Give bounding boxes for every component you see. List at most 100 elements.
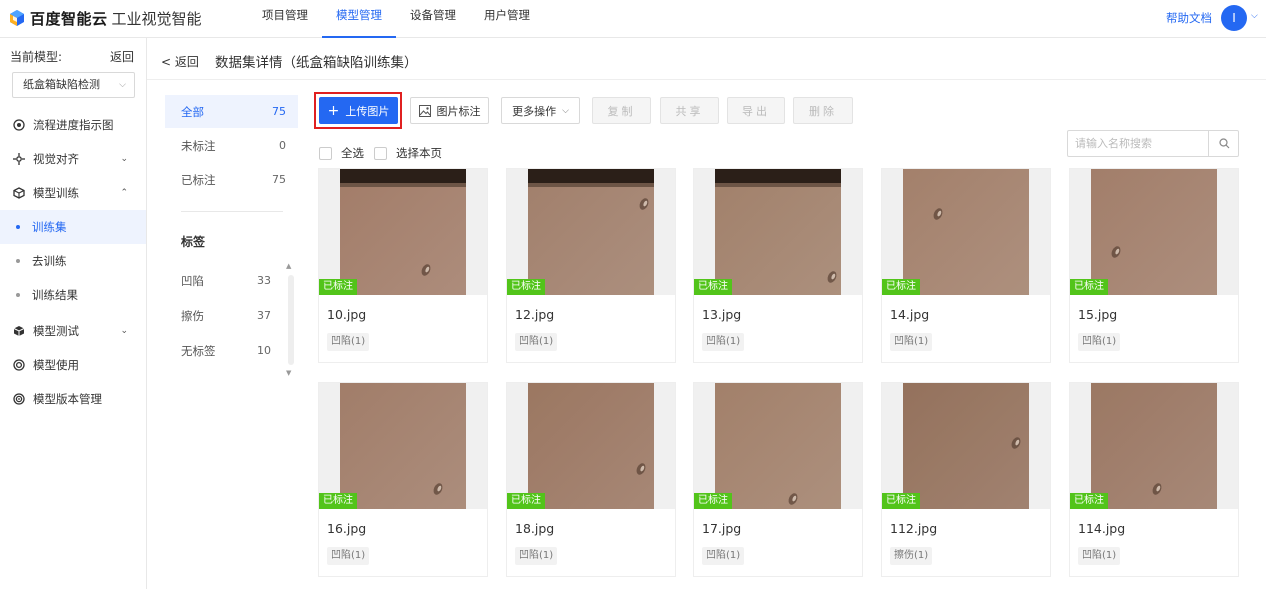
image-tag: 凹陷(1) xyxy=(702,333,745,351)
export-button[interactable]: 导出 xyxy=(727,97,785,124)
sidebar-back-link[interactable]: 返回 xyxy=(110,48,134,65)
checkbox-box[interactable] xyxy=(319,146,332,160)
sidebar-item-label: 视觉对齐 xyxy=(33,152,79,166)
annotated-badge: 已标注 xyxy=(319,279,357,295)
select-page-label: 选择本页 xyxy=(396,146,442,160)
brand-logo[interactable]: 百度智能云 工业视觉智能 xyxy=(8,6,202,30)
status-filter-2[interactable]: 已标注 75 xyxy=(165,163,298,196)
thumbnail-frame[interactable]: 已标注 xyxy=(319,169,487,295)
filter-panel: 标签 ▲ ▼ 全部 75 未标注 0 已标注 75 凹陷 33 擦伤 37 无标签 10 xyxy=(165,95,298,575)
thumbnail-frame[interactable]: 已标注 xyxy=(694,383,862,509)
select-page-checkbox[interactable]: 选择本页 xyxy=(374,145,442,161)
image-card[interactable]: 已标注 10.jpg 凹陷(1) xyxy=(318,168,488,363)
image-card[interactable]: 已标注 112.jpg 擦伤(1) xyxy=(881,382,1051,577)
image-tag: 凹陷(1) xyxy=(1078,547,1121,565)
chevron-down-icon[interactable]: ⌵ xyxy=(1251,11,1258,21)
sidebar-item-4[interactable]: 模型使用 xyxy=(0,348,146,382)
annotated-badge: 已标注 xyxy=(319,493,357,509)
thumbnail-image xyxy=(528,169,654,295)
user-avatar[interactable]: I xyxy=(1221,5,1247,31)
chevron-up-icon[interactable]: ⌃ xyxy=(120,188,128,198)
image-card[interactable]: 已标注 15.jpg 凹陷(1) xyxy=(1069,168,1239,363)
back-link[interactable]: < 返回 xyxy=(161,53,199,70)
sidebar-subitem-label: 去训练 xyxy=(32,254,67,268)
thumbnail-frame[interactable]: 已标注 xyxy=(1070,169,1238,295)
brand-name: 百度智能云 xyxy=(30,9,108,28)
tag-filter-2[interactable]: 无标签 10 xyxy=(165,334,283,367)
sidebar-item-2[interactable]: 模型训练 ⌃ xyxy=(0,176,146,210)
nav-item-2[interactable]: 设备管理 xyxy=(396,0,470,38)
chevron-down-icon: ⌵ xyxy=(119,80,126,90)
nav-item-0[interactable]: 项目管理 xyxy=(248,0,322,38)
help-docs-link[interactable]: 帮助文档 xyxy=(1166,10,1212,26)
checkbox-box[interactable] xyxy=(374,146,387,160)
sidebar-item-label: 模型训练 xyxy=(33,186,79,200)
chevron-down-icon[interactable]: ⌄ xyxy=(120,154,128,164)
image-filename: 17.jpg xyxy=(702,521,742,536)
image-card[interactable]: 已标注 17.jpg 凹陷(1) xyxy=(693,382,863,577)
sidebar-item-label: 模型测试 xyxy=(33,324,79,338)
image-card[interactable]: 已标注 18.jpg 凹陷(1) xyxy=(506,382,676,577)
thumbnail-frame[interactable]: 已标注 xyxy=(1070,383,1238,509)
gear-icon xyxy=(12,359,25,372)
thumbnail-image xyxy=(340,383,466,509)
filter-count: 0 xyxy=(279,139,286,152)
image-card[interactable]: 已标注 12.jpg 凹陷(1) xyxy=(506,168,676,363)
image-filename: 18.jpg xyxy=(515,521,555,536)
thumbnail-frame[interactable]: 已标注 xyxy=(507,169,675,295)
sidebar-item-5[interactable]: 模型版本管理 xyxy=(0,382,146,416)
model-select[interactable]: 纸盒箱缺陷检测 ⌵ xyxy=(12,72,135,98)
annotated-badge: 已标注 xyxy=(694,279,732,295)
scroll-up-icon[interactable]: ▲ xyxy=(286,262,291,270)
target-icon xyxy=(12,119,25,132)
thumbnail-image xyxy=(903,169,1029,295)
select-all-label: 全选 xyxy=(341,146,364,160)
status-filter-1[interactable]: 未标注 0 xyxy=(165,129,298,162)
scrollbar-track[interactable] xyxy=(288,275,294,365)
sidebar-item-label: 模型使用 xyxy=(33,358,79,372)
nav-item-1[interactable]: 模型管理 xyxy=(322,0,396,38)
tag-list-scrollbar[interactable]: ▲ ▼ xyxy=(286,262,296,379)
thumbnail-image xyxy=(715,169,841,295)
image-annotate-button[interactable]: 图片标注 xyxy=(410,97,489,124)
sidebar-item-0[interactable]: 流程进度指示图 xyxy=(0,108,146,142)
sidebar-item-label: 流程进度指示图 xyxy=(33,118,114,132)
sidebar-subitem-label: 训练结果 xyxy=(32,288,78,302)
delete-button[interactable]: 删除 xyxy=(793,97,853,124)
filter-count: 37 xyxy=(257,309,271,322)
search-button[interactable] xyxy=(1208,131,1239,156)
filter-count: 10 xyxy=(257,344,271,357)
image-filename: 12.jpg xyxy=(515,307,555,322)
current-model-label: 当前模型: xyxy=(10,50,63,64)
thumbnail-frame[interactable]: 已标注 xyxy=(694,169,862,295)
image-annotate-label: 图片标注 xyxy=(436,104,481,118)
chevron-down-icon[interactable]: ⌄ xyxy=(120,326,128,336)
more-actions-dropdown[interactable]: 更多操作 ⌵ xyxy=(501,97,580,124)
image-card[interactable]: 已标注 13.jpg 凹陷(1) xyxy=(693,168,863,363)
thumbnail-frame[interactable]: 已标注 xyxy=(319,383,487,509)
thumbnail-frame[interactable]: 已标注 xyxy=(507,383,675,509)
thumbnail-frame[interactable]: 已标注 xyxy=(882,169,1050,295)
copy-button[interactable]: 复制 xyxy=(592,97,651,124)
image-card[interactable]: 已标注 114.jpg 凹陷(1) xyxy=(1069,382,1239,577)
image-card[interactable]: 已标注 14.jpg 凹陷(1) xyxy=(881,168,1051,363)
status-filter-0[interactable]: 全部 75 xyxy=(165,95,298,128)
share-button[interactable]: 共享 xyxy=(660,97,719,124)
search-input[interactable] xyxy=(1068,131,1208,156)
sidebar-subitem-1[interactable]: 去训练 xyxy=(0,244,146,278)
model-select-value: 纸盒箱缺陷检测 xyxy=(23,78,100,91)
image-tag: 凹陷(1) xyxy=(515,547,558,565)
scroll-down-icon[interactable]: ▼ xyxy=(286,369,291,377)
sidebar-subitem-0[interactable]: 训练集 xyxy=(0,210,146,244)
image-card[interactable]: 已标注 16.jpg 凹陷(1) xyxy=(318,382,488,577)
sidebar-item-1[interactable]: 视觉对齐 ⌄ xyxy=(0,142,146,176)
thumbnail-frame[interactable]: 已标注 xyxy=(882,383,1050,509)
sidebar-subitem-2[interactable]: 训练结果 xyxy=(0,278,146,312)
select-all-checkbox[interactable]: 全选 xyxy=(319,145,364,161)
nav-item-3[interactable]: 用户管理 xyxy=(470,0,544,38)
filter-label: 已标注 xyxy=(181,172,216,187)
image-tag: 凹陷(1) xyxy=(1078,333,1121,351)
sidebar-item-3[interactable]: 模型测试 ⌄ xyxy=(0,314,146,348)
tag-filter-1[interactable]: 擦伤 37 xyxy=(165,299,283,332)
tag-filter-0[interactable]: 凹陷 33 xyxy=(165,264,283,297)
